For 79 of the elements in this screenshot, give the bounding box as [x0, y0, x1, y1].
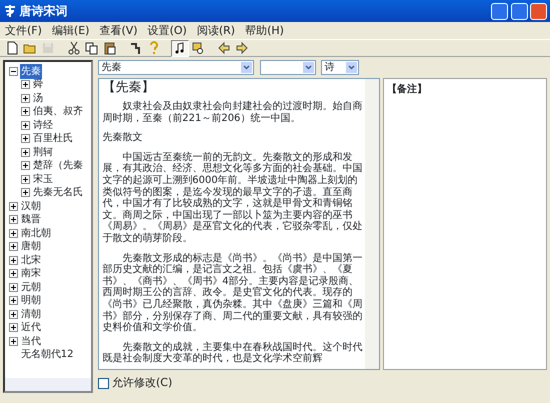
dropdown-value: 诗 [324, 60, 334, 75]
tree-item[interactable]: 伯夷、叔齐 [32, 104, 84, 120]
tree-item[interactable]: 魏晋 [20, 212, 42, 228]
tree-item[interactable]: 南北朝 [20, 226, 52, 241]
menu-item[interactable]: 编辑(E) [46, 22, 94, 39]
content-paragraph: 奴隶社会及由奴隶社会向封建社会的过渡时期。始自商周时期，至秦（前221～前206）统一中国。 [102, 101, 364, 124]
tree-item[interactable]: 诗经 [32, 118, 54, 133]
app-icon [2, 4, 17, 18]
tree-item[interactable]: 楚辞（先秦 [32, 158, 84, 174]
dropdown-value: 先秦 [101, 60, 122, 75]
tree-item[interactable]: 明朝 [20, 293, 42, 308]
plus-icon[interactable] [8, 228, 18, 238]
plus-icon[interactable] [20, 120, 30, 130]
plus-icon[interactable] [20, 94, 30, 103]
plus-icon[interactable] [20, 134, 30, 144]
chevron-down-icon [302, 60, 315, 74]
tree-item[interactable]: 汉朝 [20, 198, 42, 214]
chevron-down-icon [345, 60, 358, 74]
content-heading: 【先秦】 [102, 82, 156, 94]
scissors-icon [66, 41, 81, 55]
window-title: 唐诗宋词 [20, 3, 68, 20]
music-note-button[interactable] [170, 40, 189, 56]
tree-item[interactable]: 舜 [32, 77, 44, 92]
left-arrow-icon [216, 41, 231, 55]
menu-item[interactable]: 查看(V) [94, 22, 143, 39]
plus-icon[interactable] [8, 269, 18, 278]
tree-item[interactable]: 宋玉 [32, 172, 54, 187]
close-button[interactable] [530, 2, 548, 20]
minus-icon[interactable] [8, 66, 18, 76]
right-arrow-icon [234, 41, 249, 55]
minimize-button[interactable] [490, 2, 508, 20]
plus-icon[interactable] [8, 282, 18, 292]
steps-icon [128, 41, 143, 55]
plus-icon[interactable] [20, 174, 30, 184]
dropdown[interactable]: 诗 [321, 60, 360, 75]
tree-item[interactable]: 无名朝代12 [20, 347, 74, 362]
tree-item[interactable]: 先秦无名氏 [32, 185, 84, 200]
plus-icon[interactable] [8, 336, 18, 346]
plus-icon[interactable] [8, 323, 18, 332]
content-subheading: 先秦散文 [102, 132, 144, 144]
tree-item[interactable]: 唐朝 [20, 239, 42, 254]
maximize-button[interactable] [510, 2, 528, 20]
checkbox-label[interactable]: 允许修改(C) [112, 375, 172, 392]
content-paragraph: 中国远古至秦统一前的无韵文。先秦散文的形成和发展，有其政治、经济、思想文化等多方面的社会基础。中国文字的起源可上溯到6000年前。半坡遗址中陶器上刻划的类似符号的图案，是迄今发现的最早文字的孑遗。直至商代，中国才有了比较成熟的文字，这就是甲骨文和青铜铭文。商周之际，中国出现了一部以卜筮为主要内容的巫书《周易》。《周易》是巫官文化的代表，它驳杂零乱，仅处于散文的萌芽阶段。 [102, 152, 364, 245]
tree-item[interactable]: 当代 [20, 334, 42, 349]
plus-icon[interactable] [8, 296, 18, 306]
dropdown[interactable]: 先秦 [98, 60, 254, 75]
menu-item[interactable]: 文件(F) [0, 22, 47, 39]
plus-icon[interactable] [20, 148, 30, 157]
tree-item[interactable]: 百里杜氏 [32, 131, 74, 146]
find-icon [190, 41, 205, 55]
tree-item[interactable]: 荆轲 [32, 144, 54, 160]
plus-icon[interactable] [20, 107, 30, 116]
menu-item[interactable]: 设置(O) [142, 22, 192, 39]
dropdown[interactable] [260, 60, 316, 75]
menu-item[interactable]: 阅读(R) [192, 22, 240, 39]
plus-icon[interactable] [20, 188, 30, 198]
plus-icon[interactable] [8, 242, 18, 252]
content-paragraph: 先秦散文形成的标志是《尚书》。《尚书》是中国第一部历史文献的汇编，是记言文之祖。包括《虞书》、《夏书》、《商书》、《周书》4部分。主要内容是记录殷商、西周时期王公的言辞、政令。是史官文化的代表。现存的《尚书》已几经聚散，真伪杂糅。其中《盘庚》三篇和《周书》部分，分别保存了商、周二代的重要文献，具有较强的史料价值和文学价值。 [102, 252, 364, 334]
tree-item[interactable]: 汤 [32, 90, 44, 106]
tree-item[interactable]: 元朝 [20, 280, 42, 295]
tree-item[interactable]: 先秦 [20, 64, 42, 79]
plus-icon[interactable] [20, 161, 30, 170]
plus-icon[interactable] [8, 202, 18, 211]
menu-item[interactable]: 帮助(H) [240, 22, 289, 39]
plus-icon[interactable] [8, 310, 18, 319]
tree-item[interactable]: 清朝 [20, 306, 42, 322]
tree-item[interactable]: 北宋 [20, 252, 42, 268]
plus-icon[interactable] [20, 80, 30, 90]
content-paragraph: 先秦散文的成就，主要集中在春秋战国时代。这个时代既是社会制度大变革的时代，也是文化学术空前辉 [102, 342, 364, 365]
notes-title: 【备注】 [387, 84, 427, 94]
horizontal-scrollbar[interactable] [4, 378, 91, 391]
plus-icon[interactable] [8, 256, 18, 265]
vertical-scrollbar[interactable] [365, 78, 380, 368]
chevron-down-icon [240, 60, 254, 74]
tree-item[interactable]: 近代 [20, 320, 42, 336]
plus-icon[interactable] [8, 215, 18, 224]
checkbox[interactable] [98, 378, 110, 389]
tree-item[interactable]: 南宋 [20, 266, 42, 282]
